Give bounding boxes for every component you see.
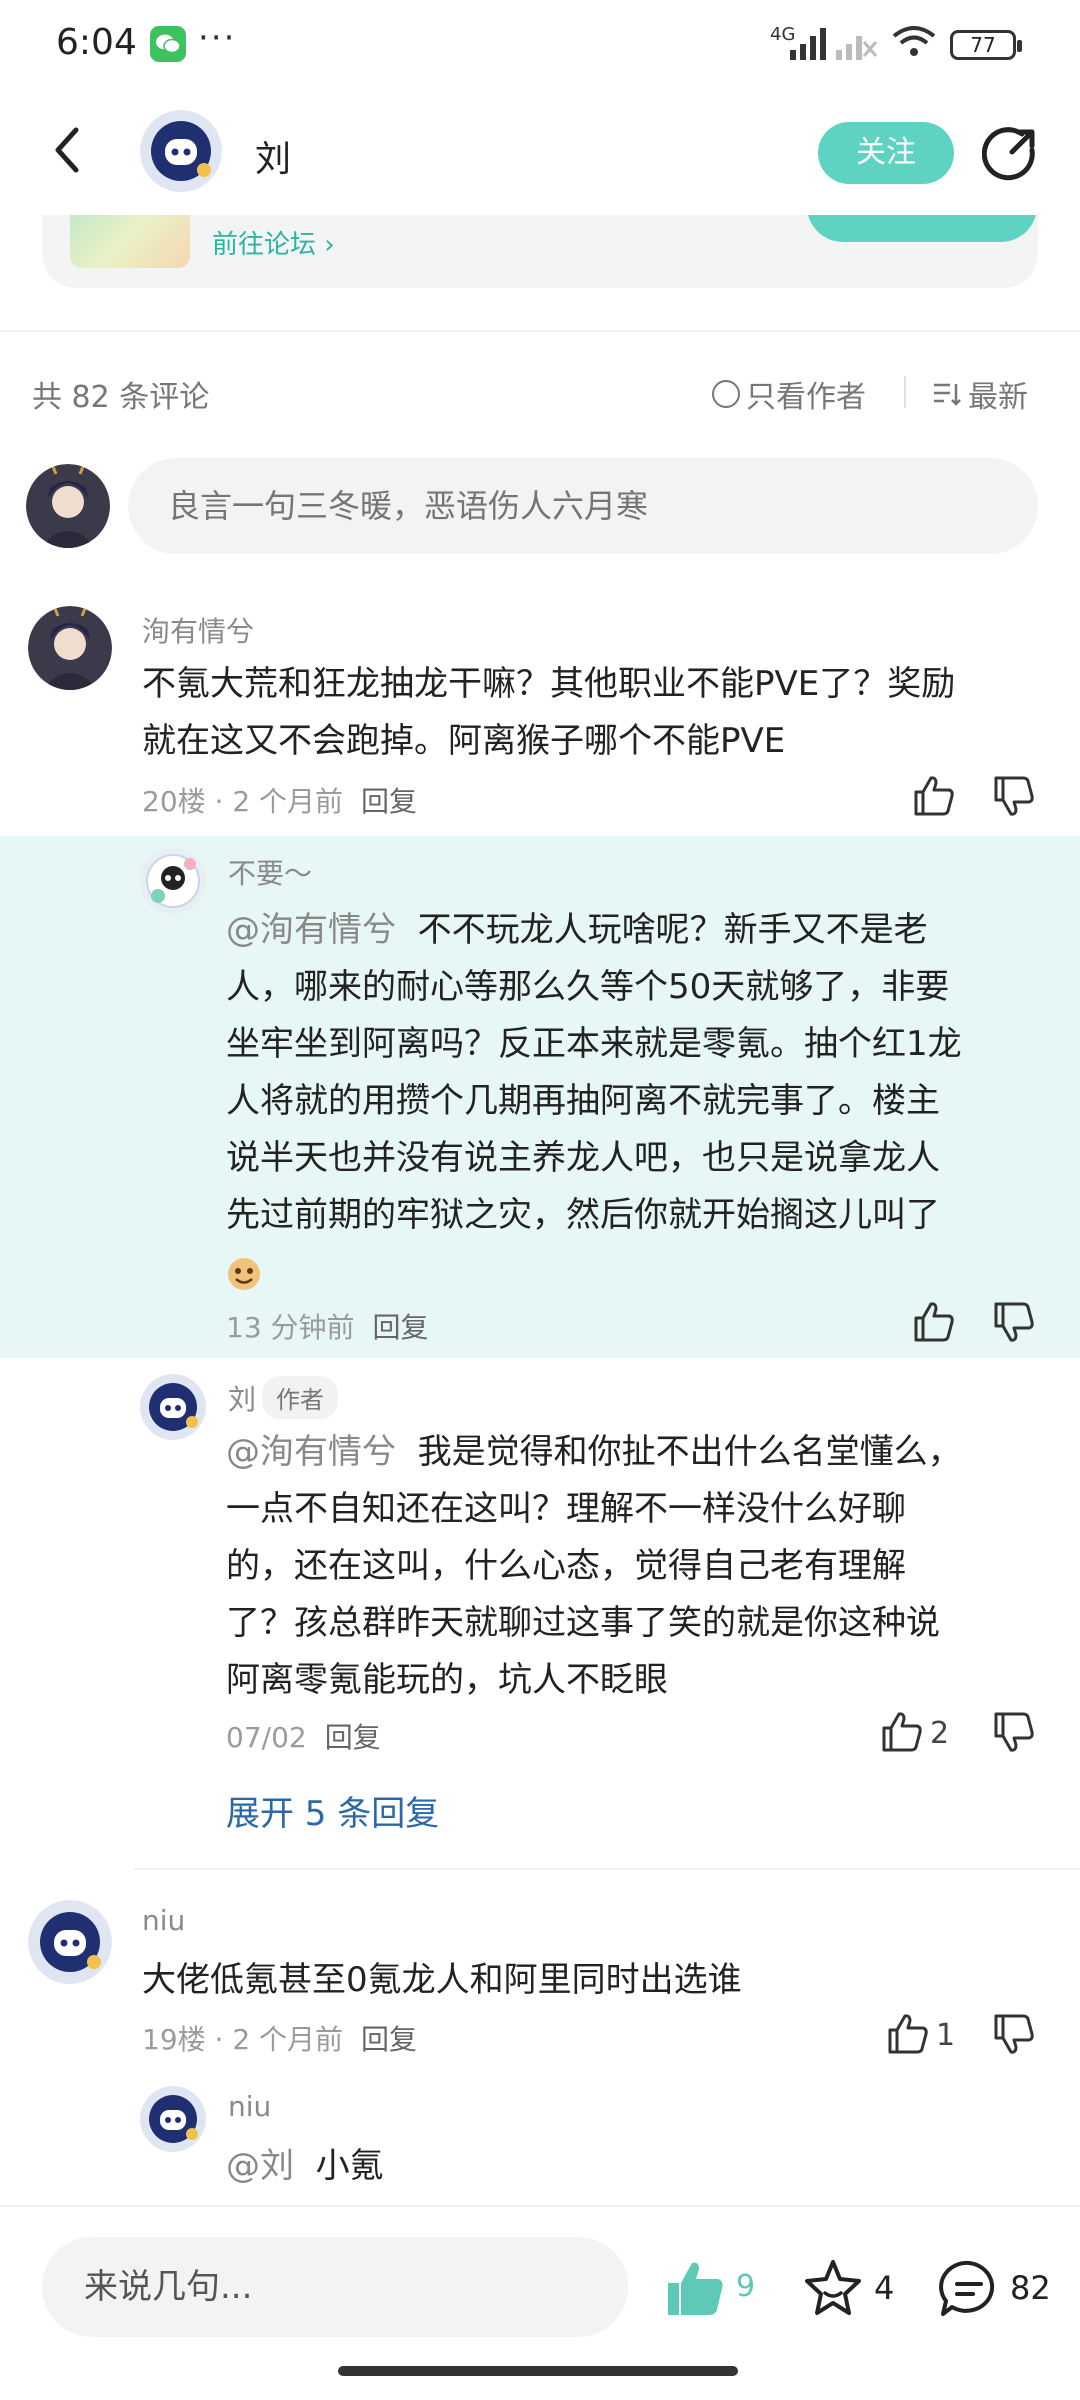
radio-circle-icon — [712, 380, 740, 408]
thumbs-up-icon[interactable] — [886, 2012, 930, 2056]
reply-text: @洵有情兮 我是觉得和你扯不出什么名堂懂么， 一点不自知还在这叫？理解不一样没什… — [226, 1432, 962, 1700]
status-time: 6:04 — [56, 22, 137, 63]
separator — [904, 376, 906, 408]
comment-avatar[interactable] — [28, 606, 112, 690]
battery-icon: 77 — [950, 30, 1022, 60]
thumbs-up-filled-icon[interactable] — [664, 2257, 726, 2319]
comment-text: 不氪大荒和狂龙抽龙干嘛？其他职业不能PVE了？奖励 就在这又不会跑掉。阿离猴子哪个… — [142, 664, 956, 761]
like-count: 1 — [936, 2018, 956, 2053]
comment-count: 共 82 条评论 — [32, 380, 210, 415]
sort-label: 最新 — [968, 380, 1028, 415]
comment-meta: 19楼 · 2 个月前 回复 — [142, 2023, 418, 2056]
comment-meta: 20楼 · 2 个月前 回复 — [142, 785, 418, 818]
reply-button[interactable]: 回复 — [361, 785, 417, 818]
reply-meta: 13 分钟前 回复 — [226, 1311, 429, 1344]
author-avatar[interactable] — [140, 110, 222, 192]
status-bar: 6:04 ··· 4G 77 — [0, 0, 1080, 90]
author-tag: 作者 — [262, 1376, 338, 1419]
follow-button[interactable]: 关注 — [818, 122, 954, 184]
author-name: 刘 — [255, 139, 292, 180]
expand-replies-button[interactable]: 展开 5 条回复 — [226, 1786, 439, 1835]
more-notifications-icon: ··· — [198, 18, 237, 58]
thumbs-down-icon[interactable] — [992, 2012, 1036, 2056]
reply-avatar[interactable] — [140, 848, 206, 914]
reply-button[interactable]: 回复 — [361, 2023, 417, 2056]
back-arrow-icon[interactable] — [44, 120, 94, 180]
say-something-input[interactable]: 来说几句... — [42, 2237, 628, 2337]
reply-username[interactable]: 刘 — [228, 1378, 256, 1418]
comment-input[interactable] — [128, 458, 1038, 554]
emoji-icon — [228, 1258, 260, 1290]
signal-icon — [790, 28, 826, 60]
section-divider — [0, 330, 1080, 332]
reply-text: @刘 小氪 — [226, 2146, 384, 2186]
thumbs-down-icon[interactable] — [992, 1710, 1036, 1754]
thumbs-up-icon[interactable] — [912, 774, 956, 818]
thumbs-down-icon[interactable] — [992, 1300, 1036, 1344]
my-avatar — [26, 464, 110, 548]
thumbs-down-icon[interactable] — [992, 774, 1036, 818]
star-icon[interactable] — [802, 2257, 864, 2319]
mention[interactable]: @刘 — [226, 2146, 294, 2186]
reply-meta: 07/02 回复 — [226, 1721, 381, 1754]
comment-total-count: 82 — [1010, 2269, 1051, 2307]
comment-username[interactable]: 洵有情兮 — [142, 610, 254, 650]
signal-2-icon — [836, 36, 878, 60]
reply-text: @洵有情兮 不不玩龙人玩啥呢？新手又不是老 人，哪来的耐心等那么久等个50天就够… — [226, 910, 962, 1235]
sort-icon — [934, 383, 961, 406]
sort-toggle[interactable]: 最新 — [932, 372, 1028, 416]
comment-icon[interactable] — [938, 2259, 1000, 2319]
goto-forum-link[interactable]: 前往论坛 › — [212, 224, 335, 261]
wechat-icon — [150, 26, 186, 62]
comment-divider — [134, 1868, 1080, 1870]
like-count: 2 — [930, 1716, 950, 1751]
reply-username[interactable]: 不要～ — [228, 852, 312, 892]
comment-avatar[interactable] — [28, 1900, 112, 1984]
reply-avatar[interactable] — [140, 1374, 206, 1440]
home-indicator[interactable] — [338, 2366, 738, 2376]
mention[interactable]: @洵有情兮 — [226, 1432, 396, 1472]
comment-text: 大佬低氪甚至0氪龙人和阿里同时出选谁 — [142, 1960, 742, 2000]
thumbs-up-icon[interactable] — [912, 1300, 956, 1344]
only-author-toggle[interactable]: 只看作者 — [712, 372, 866, 416]
thumbs-up-icon[interactable] — [880, 1710, 924, 1754]
share-icon[interactable] — [982, 126, 1038, 182]
favorite-count: 4 — [874, 2269, 895, 2307]
reply-avatar[interactable] — [140, 2086, 206, 2152]
wifi-icon — [892, 26, 936, 56]
only-author-label: 只看作者 — [746, 380, 866, 415]
reply-button[interactable]: 回复 — [325, 1721, 381, 1754]
post-like-count: 9 — [736, 2269, 756, 2304]
comment-username[interactable]: niu — [142, 1904, 185, 1937]
reply-button[interactable]: 回复 — [373, 1311, 429, 1344]
top-header: 刘 关注 — [0, 90, 1080, 215]
reply-username[interactable]: niu — [228, 2090, 271, 2123]
mention[interactable]: @洵有情兮 — [226, 910, 396, 950]
